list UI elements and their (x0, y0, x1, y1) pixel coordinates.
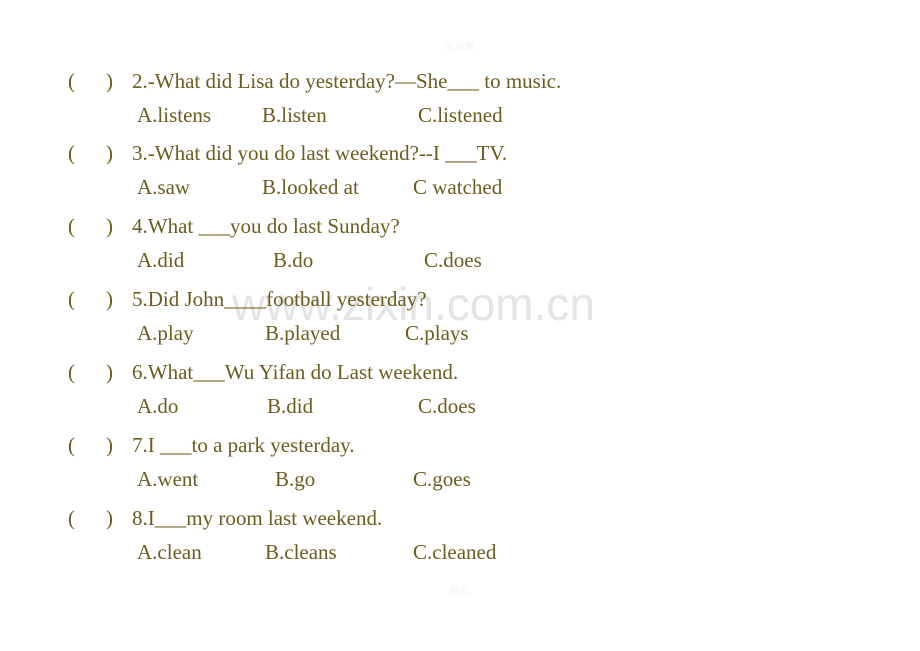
answer-box-close-paren: ) (106, 214, 113, 238)
option-choice[interactable]: B.played (265, 320, 340, 346)
option-row: A.went B.go C.goes (0, 466, 920, 492)
answer-box-open-paren: ( (68, 214, 75, 238)
question-text: 8.I___my room last weekend. (132, 506, 383, 530)
option-choice[interactable]: C.does (418, 393, 476, 419)
option-choice[interactable]: B.listen (262, 102, 327, 128)
option-choice[interactable]: A.clean (137, 539, 202, 565)
question-stem: () 3.-What did you do last weekend?--I __… (68, 140, 507, 166)
option-row: A.saw B.looked at C watched (0, 174, 920, 200)
question-stem: () 8.I___my room last weekend. (68, 505, 382, 531)
question-stem: () 4.What ___you do last Sunday? (68, 213, 400, 239)
option-choice[interactable]: C watched (413, 174, 502, 200)
answer-box-close-paren: ) (106, 287, 113, 311)
question-stem: () 2.-What did Lisa do yesterday?—She___ … (68, 68, 561, 94)
option-choice[interactable]: B.looked at (262, 174, 359, 200)
question-text: 5.Did John____football yesterday? (132, 287, 427, 311)
option-choice[interactable]: C.listened (418, 102, 503, 128)
option-choice[interactable]: A.do (137, 393, 178, 419)
option-choice[interactable]: B.did (267, 393, 313, 419)
question-stem: () 5.Did John____football yesterday? (68, 286, 427, 312)
answer-box-open-paren: ( (68, 141, 75, 165)
answer-box-close-paren: ) (106, 69, 113, 93)
answer-box-close-paren: ) (106, 360, 113, 384)
option-choice[interactable]: A.went (137, 466, 198, 492)
question-text: 6.What___Wu Yifan do Last weekend. (132, 360, 459, 384)
option-choice[interactable]: B.go (275, 466, 315, 492)
answer-box-open-paren: ( (68, 287, 75, 311)
question-stem: () 7.I ___to a park yesterday. (68, 432, 355, 458)
option-choice[interactable]: A.listens (137, 102, 211, 128)
option-row: A.do B.did C.does (0, 393, 920, 419)
option-row: A.did B.do C.does (0, 247, 920, 273)
answer-box-open-paren: ( (68, 433, 75, 457)
option-row: A.play B.played C.plays (0, 320, 920, 346)
answer-box-close-paren: ) (106, 506, 113, 530)
answer-box-open-paren: ( (68, 506, 75, 530)
answer-box-close-paren: ) (106, 141, 113, 165)
answer-box-close-paren: ) (106, 433, 113, 457)
worksheet-page: ·可编辑· www.zixin.com.cn () 2.-What did Lis… (0, 0, 920, 651)
option-choice[interactable]: C.cleaned (413, 539, 496, 565)
option-choice[interactable]: A.play (137, 320, 194, 346)
option-choice[interactable]: A.did (137, 247, 184, 273)
option-choice[interactable]: B.do (273, 247, 313, 273)
page-header-mark: ·可编辑· (441, 42, 479, 52)
option-choice[interactable]: C.plays (405, 320, 469, 346)
question-text: 4.What ___you do last Sunday? (132, 214, 400, 238)
answer-box-open-paren: ( (68, 360, 75, 384)
question-text: 3.-What did you do last weekend?--I ___T… (132, 141, 508, 165)
answer-box-open-paren: ( (68, 69, 75, 93)
question-text: 7.I ___to a park yesterday. (132, 433, 355, 457)
option-choice[interactable]: B.cleans (265, 539, 337, 565)
option-choice[interactable]: C.goes (413, 466, 471, 492)
option-choice[interactable]: C.does (424, 247, 482, 273)
question-text: 2.-What did Lisa do yesterday?—She___ to… (132, 69, 562, 93)
question-stem: () 6.What___Wu Yifan do Last weekend. (68, 359, 458, 385)
option-row: A.listens B.listen C.listened (0, 102, 920, 128)
option-row: A.clean B.cleans C.cleaned (0, 539, 920, 565)
option-choice[interactable]: A.saw (137, 174, 190, 200)
page-footer-mark: 精品 (449, 586, 470, 596)
